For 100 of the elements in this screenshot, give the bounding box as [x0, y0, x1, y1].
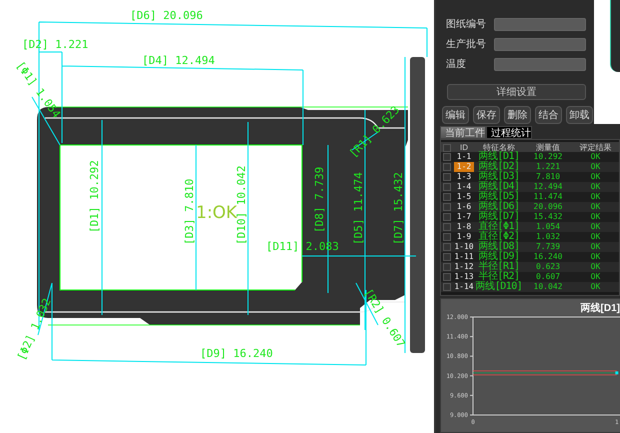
- header-checkbox[interactable]: [443, 144, 451, 152]
- measured-value-cell-text: 0.607: [534, 272, 562, 282]
- id-cell[interactable]: 1-9: [454, 232, 474, 242]
- feature-name-cell-text: 两线[D9]: [477, 252, 521, 262]
- result-cell-text: OK: [590, 202, 602, 212]
- result-label: 1:OK: [196, 203, 238, 223]
- chart-title: 两线[D1]: [580, 303, 620, 314]
- action-button[interactable]: 编辑: [442, 106, 469, 124]
- result-cell-text: OK: [590, 242, 602, 252]
- result-cell-text: OK: [590, 192, 602, 202]
- result-cell-text: OK: [590, 252, 602, 262]
- feature-name-cell-text: 两线[D3]: [477, 172, 521, 182]
- measured-value-cell-text: 1.221: [534, 162, 562, 172]
- result-cell-text: OK: [590, 232, 602, 242]
- tab[interactable]: 过程统计: [486, 126, 532, 139]
- row-checkbox[interactable]: [443, 213, 451, 221]
- id-cell[interactable]: 1-3: [454, 172, 474, 182]
- data-point: [615, 371, 618, 374]
- action-button[interactable]: 卸载: [566, 106, 593, 124]
- feature-name-cell-text: 两线[D7]: [477, 212, 521, 222]
- id-cell[interactable]: 1-5: [454, 192, 474, 202]
- id-cell[interactable]: 1-6: [454, 202, 474, 212]
- column-header: 特征名称: [483, 142, 515, 152]
- input-field[interactable]: [494, 38, 586, 50]
- action-button[interactable]: 结合: [535, 106, 562, 124]
- measured-value-cell-text: 1.054: [534, 222, 562, 232]
- side-panel-corner: [610, 0, 620, 72]
- row-checkbox[interactable]: [443, 173, 451, 181]
- dimension-label: [D8] 7.739: [313, 166, 326, 233]
- result-cell-text: OK: [590, 172, 602, 182]
- feature-name-cell-text: 两线[D5]: [477, 192, 521, 202]
- id-cell[interactable]: 1-12: [454, 262, 474, 272]
- measured-value-cell-text: 1.032: [534, 232, 562, 242]
- measured-value-cell-text: 7.810: [534, 172, 562, 182]
- row-checkbox[interactable]: [443, 253, 451, 261]
- action-button[interactable]: 删除: [504, 106, 531, 124]
- input-field[interactable]: [494, 18, 586, 30]
- row-checkbox[interactable]: [443, 283, 451, 291]
- id-cell[interactable]: 1-14: [454, 282, 474, 292]
- measured-value-cell-text: 15.432: [532, 212, 564, 222]
- result-cell-text: OK: [590, 282, 602, 292]
- result-cell-text: OK: [590, 222, 602, 232]
- result-cell-text: OK: [590, 182, 602, 192]
- feature-name-cell-text: 两线[D2]: [477, 162, 521, 172]
- feature-name-cell-text: 两线[D10]: [474, 282, 524, 292]
- action-button[interactable]: 保存: [473, 106, 500, 124]
- result-cell-text: OK: [590, 262, 602, 272]
- feature-name-cell-text: 半径[R1]: [477, 262, 521, 272]
- dimension-label: [D7] 15.432: [392, 172, 405, 245]
- column-header: ID: [459, 143, 469, 152]
- column-header: 测量值: [535, 142, 561, 153]
- id-cell[interactable]: 1-1: [454, 152, 474, 162]
- feature-name-cell-text: 半径[R2]: [478, 272, 520, 282]
- input-field[interactable]: [494, 58, 586, 70]
- id-cell[interactable]: 1-8: [454, 222, 474, 232]
- feature-name-cell-text: 两线[D6]: [477, 202, 521, 212]
- row-checkbox[interactable]: [443, 183, 451, 191]
- id-cell[interactable]: 1-13: [454, 272, 474, 282]
- row-checkbox[interactable]: [443, 193, 451, 201]
- feature-name-cell-text: 两线[D1]: [477, 152, 521, 162]
- measured-value-cell-text: 10.042: [532, 282, 564, 292]
- dimension-label: [D6] 20.096: [130, 9, 203, 22]
- measured-value-cell-text: 11.474: [532, 192, 564, 202]
- dimension-label: [D9] 16.240: [200, 347, 273, 360]
- row-checkbox[interactable]: [443, 203, 451, 211]
- result-cell-text: OK: [590, 212, 602, 222]
- detail-settings-button[interactable]: 详细设置: [447, 84, 586, 100]
- measured-value-cell-text: 7.739: [534, 242, 562, 252]
- result-cell-text: OK: [590, 272, 602, 282]
- tab[interactable]: 当前工件: [440, 126, 486, 139]
- column-header: 评定结果: [578, 142, 612, 153]
- row-checkbox[interactable]: [443, 233, 451, 241]
- measured-value-cell-text: 0.623: [534, 262, 562, 272]
- measured-value-cell-text: 16.240: [532, 252, 564, 262]
- measured-value-cell-text: 12.494: [532, 182, 564, 192]
- row-checkbox[interactable]: [443, 243, 451, 251]
- row-checkbox[interactable]: [443, 153, 451, 161]
- feature-name-cell-text: 直径[Φ2]: [477, 232, 521, 242]
- result-cell-text: OK: [590, 152, 602, 162]
- row-checkbox[interactable]: [443, 273, 451, 281]
- id-cell[interactable]: 1-11: [454, 252, 474, 262]
- row-checkbox[interactable]: [443, 223, 451, 231]
- id-cell[interactable]: 1-10: [454, 242, 474, 252]
- dimension-label: [D4] 12.494: [142, 54, 215, 67]
- dimension-label: [D3] 7.810: [183, 178, 196, 245]
- dimension-label: [D1] 10.292: [88, 160, 101, 233]
- result-cell-text: OK: [590, 162, 602, 172]
- id-cell[interactable]: 1-7: [454, 212, 474, 222]
- feature-name-cell-text: 直径[Φ1]: [477, 222, 521, 232]
- feature-name-cell-text: 两线[D4]: [477, 182, 521, 192]
- field-label: 温度: [446, 58, 467, 71]
- field-label: 生产批号: [446, 38, 487, 51]
- row-checkbox[interactable]: [443, 163, 451, 171]
- dimension-label: [D5] 11.474: [352, 172, 365, 245]
- measured-value-cell-text: 10.292: [532, 152, 564, 162]
- field-label: 图纸编号: [446, 18, 487, 31]
- id-cell[interactable]: 1-4: [454, 182, 474, 192]
- measured-value-cell-text: 20.096: [532, 202, 564, 212]
- row-checkbox[interactable]: [443, 263, 451, 271]
- feature-name-cell-text: 两线[D8]: [477, 242, 521, 252]
